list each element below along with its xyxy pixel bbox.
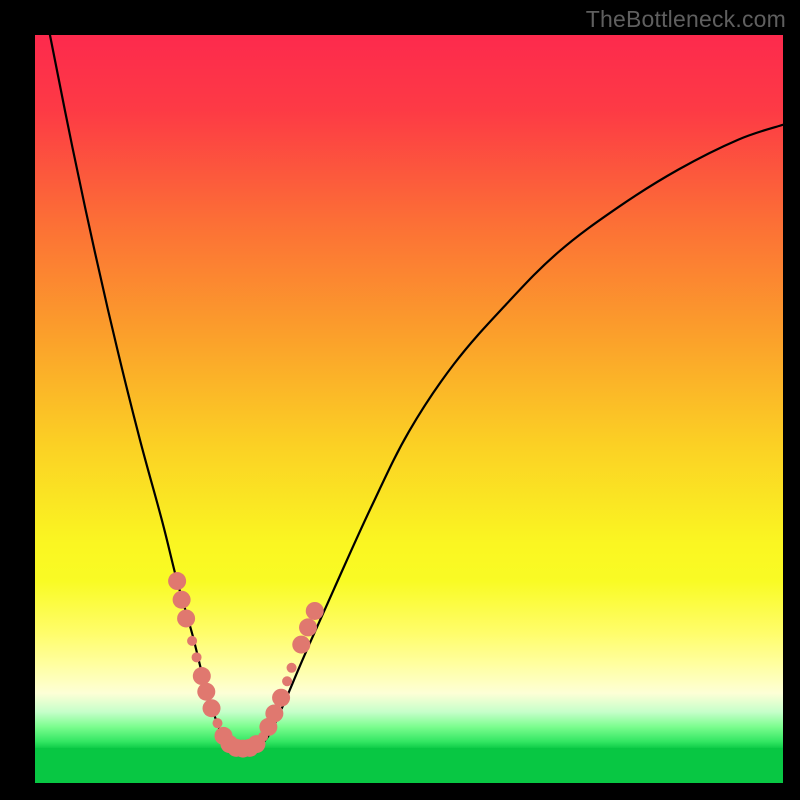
chart-svg (35, 35, 783, 783)
marker-dot (306, 602, 324, 620)
gradient-background (35, 35, 783, 783)
marker-dot (299, 618, 317, 636)
marker-dot (193, 667, 211, 685)
marker-dot (272, 689, 290, 707)
marker-dot (168, 572, 186, 590)
marker-dot (282, 676, 292, 686)
marker-dot (187, 636, 197, 646)
marker-dot (203, 699, 221, 717)
marker-dot (213, 718, 223, 728)
outer-black-frame: TheBottleneck.com (0, 0, 800, 800)
marker-dot (177, 609, 195, 627)
marker-dot (197, 683, 215, 701)
plot-area (35, 35, 783, 783)
marker-dot (173, 591, 191, 609)
watermark-text: TheBottleneck.com (586, 6, 786, 33)
marker-dot (292, 636, 310, 654)
marker-dot (287, 663, 297, 673)
marker-dot (192, 652, 202, 662)
marker-dot (265, 704, 283, 722)
green-band (35, 748, 783, 783)
